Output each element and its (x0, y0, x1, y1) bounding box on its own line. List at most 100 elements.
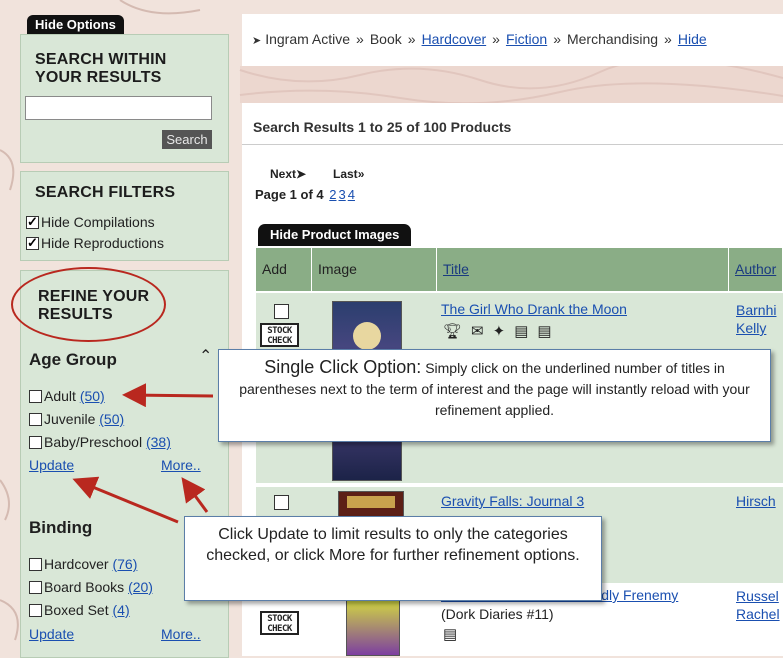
option-label: Baby/Preschool (44, 434, 143, 450)
stock-check-button[interactable]: STOCK CHECK (260, 323, 299, 347)
cover-title-band (347, 496, 395, 508)
option-label: Board Books (44, 579, 125, 595)
count-link[interactable]: (76) (112, 556, 137, 572)
binding-board-books-option[interactable]: Board Books (20) (29, 579, 153, 595)
count-link[interactable]: (50) (99, 411, 124, 427)
product-cover-image[interactable] (346, 595, 400, 656)
last-double-arrow-icon: » (357, 167, 365, 181)
last-label: Last (333, 167, 358, 181)
add-checkbox[interactable] (274, 304, 289, 319)
age-juvenile-option[interactable]: Juvenile (50) (29, 411, 124, 427)
results-heading: Search Results 1 to 25 of 100 Products (253, 119, 512, 135)
callout-title: Single Click Option: (264, 357, 422, 377)
product-title-link[interactable]: The Girl Who Drank the Moon (441, 301, 627, 317)
count-link[interactable]: (50) (80, 388, 105, 404)
binding-more-link[interactable]: More.. (161, 626, 201, 642)
page-link-3[interactable]: 3 (339, 187, 346, 202)
breadcrumb: ➤ Ingram Active » Book » Hardcover » Fiction » Me… (252, 31, 707, 47)
page-link-4[interactable]: 4 (348, 187, 355, 202)
checkbox[interactable] (29, 604, 42, 617)
breadcrumb-separator: » (356, 31, 364, 47)
author-link[interactable]: Barnhi (736, 301, 776, 319)
checkbox-checked[interactable] (26, 235, 39, 251)
breadcrumb-item: Book (369, 31, 402, 47)
checkbox-checked[interactable] (26, 214, 39, 230)
checkbox[interactable] (29, 436, 42, 449)
update-more-callout: Click Update to limit results to only th… (184, 516, 602, 601)
age-more-link[interactable]: More.. (161, 457, 201, 473)
age-adult-option[interactable]: Adult (50) (29, 388, 105, 404)
last-page-link[interactable]: Last» (333, 167, 364, 181)
binding-boxed-set-option[interactable]: Boxed Set (4) (29, 602, 130, 618)
author-link[interactable]: Hirsch (736, 493, 776, 509)
search-within-title-line1: SEARCH WITHIN (35, 51, 167, 68)
breadcrumb-link-hardcover[interactable]: Hardcover (422, 31, 487, 47)
product-icons: 🏆︎✉✦▤▤ (443, 322, 561, 340)
author-link-line2[interactable]: Rachel (736, 605, 780, 623)
breadcrumb-link-fiction[interactable]: Fiction (506, 31, 547, 47)
product-title-link[interactable]: Gravity Falls: Journal 3 (441, 493, 584, 509)
search-within-input[interactable] (25, 96, 212, 120)
age-baby-preschool-option[interactable]: Baby/Preschool (38) (29, 434, 171, 450)
highlight-ellipse (11, 267, 166, 342)
collapse-chevron-icon[interactable]: ⌃ (199, 346, 212, 366)
option-label: Hardcover (44, 556, 109, 572)
author-link-line2[interactable]: Kelly (736, 319, 766, 337)
column-header-image: Image (312, 248, 437, 291)
breadcrumb-separator: » (492, 31, 500, 47)
author-link[interactable]: Russel (736, 587, 779, 605)
moon-shape (353, 322, 381, 350)
checkbox[interactable] (29, 413, 42, 426)
divider (242, 144, 783, 145)
option-label: Adult (44, 388, 76, 404)
breadcrumb-item: Merchandising (566, 31, 659, 47)
count-link[interactable]: (38) (146, 434, 171, 450)
option-label: Boxed Set (44, 602, 109, 618)
review-icon[interactable]: ✉ (471, 323, 493, 340)
column-header-author[interactable]: Author (729, 248, 783, 291)
binding-heading[interactable]: Binding (29, 518, 92, 538)
excerpt-icon[interactable]: ▤ (537, 323, 560, 340)
count-link[interactable]: (4) (113, 602, 130, 618)
search-within-title-line2: YOUR RESULTS (35, 69, 162, 86)
single-click-callout: Single Click Option: Simply click on the… (218, 349, 771, 442)
add-checkbox[interactable] (274, 495, 289, 510)
rating-icon[interactable]: ✦ (493, 323, 515, 340)
search-filters-title: SEARCH FILTERS (35, 184, 176, 201)
document-icon[interactable]: ▤ (443, 626, 466, 643)
binding-update-link[interactable]: Update (29, 626, 74, 642)
next-page-link[interactable]: Next➤ (270, 167, 306, 181)
breadcrumb-arrow-icon: ➤ (252, 35, 262, 47)
filter-label: Hide Reproductions (41, 235, 164, 251)
breadcrumb-item: Ingram Active (265, 31, 351, 47)
document-icon[interactable]: ▤ (514, 323, 537, 340)
option-label: Juvenile (44, 411, 96, 427)
hide-options-tab[interactable]: Hide Options (27, 15, 124, 34)
column-header-title[interactable]: Title (437, 248, 729, 291)
hide-product-images-tab[interactable]: Hide Product Images (258, 224, 412, 246)
count-link[interactable]: (20) (128, 579, 153, 595)
breadcrumb-separator: » (407, 31, 416, 47)
checkbox[interactable] (29, 390, 42, 403)
page-link-2[interactable]: 2 (329, 187, 336, 202)
checkbox[interactable] (29, 581, 42, 594)
filter-hide-compilations[interactable]: Hide Compilations (26, 214, 155, 230)
age-update-link[interactable]: Update (29, 457, 74, 473)
checkbox[interactable] (29, 558, 42, 571)
column-header-add: Add (256, 248, 312, 291)
stock-check-button[interactable]: STOCK CHECK (260, 611, 299, 635)
filter-hide-reproductions[interactable]: Hide Reproductions (26, 235, 164, 251)
pagination: Page 1 of 4 234 (255, 187, 355, 202)
search-button[interactable]: Search (162, 130, 212, 149)
product-icons: ▤ (443, 625, 466, 643)
breadcrumb-separator: » (553, 31, 561, 47)
breadcrumb-separator: » (664, 31, 672, 47)
page-text: Page 1 of 4 (255, 187, 324, 202)
trophy-icon[interactable]: 🏆︎ (443, 323, 471, 340)
product-series: (Dork Diaries #11) (441, 606, 554, 622)
binding-hardcover-option[interactable]: Hardcover (76) (29, 556, 137, 572)
age-group-heading[interactable]: Age Group (29, 350, 117, 370)
breadcrumb-link-hide[interactable]: Hide (678, 31, 707, 47)
breadcrumb-bar: ➤ Ingram Active » Book » Hardcover » Fiction » Me… (242, 14, 783, 66)
next-label: Next (270, 167, 297, 181)
